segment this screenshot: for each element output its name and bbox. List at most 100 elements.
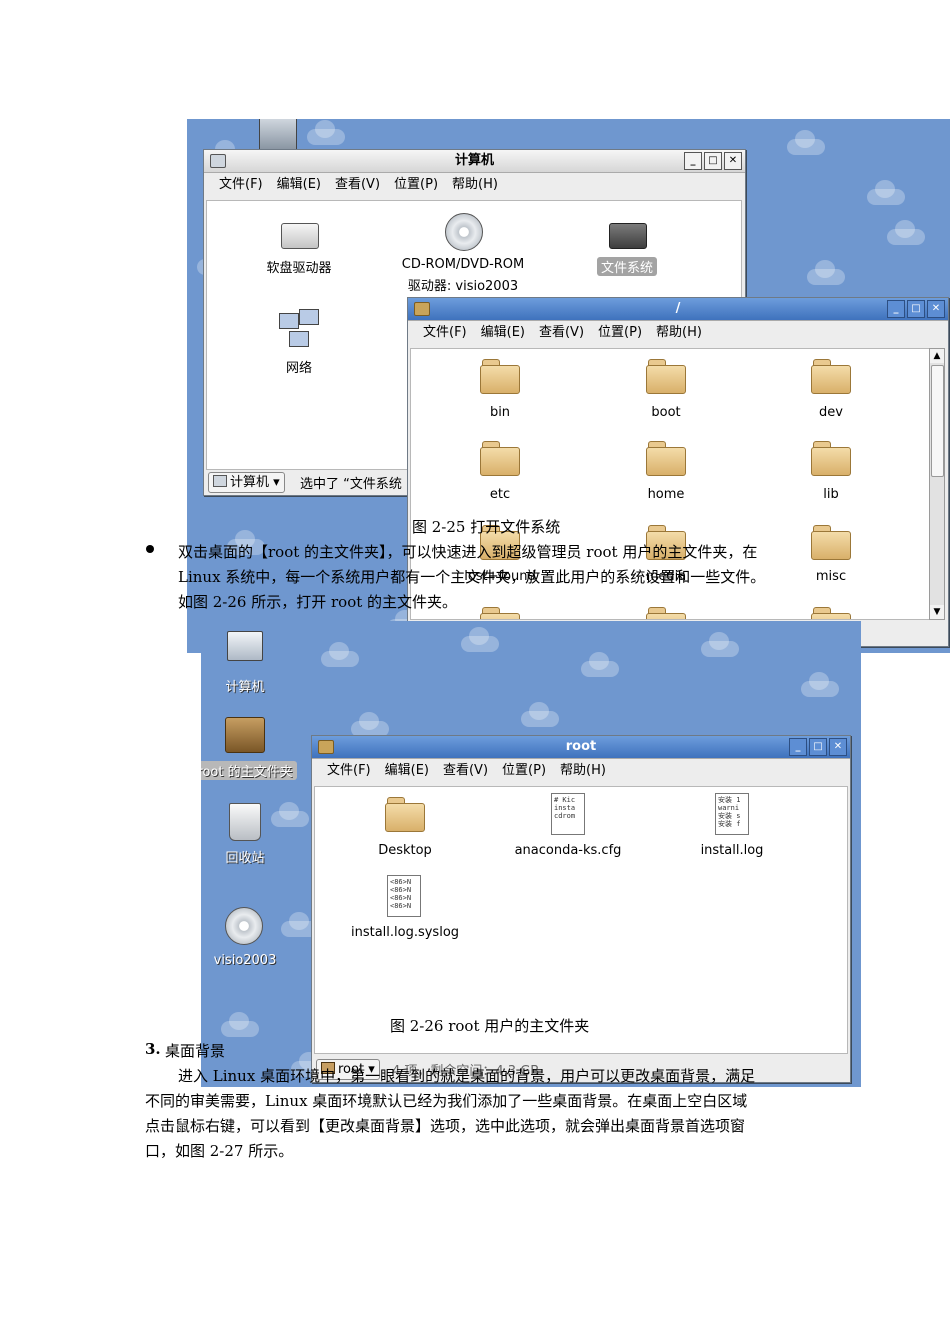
status-text: 选中了 “文件系统 (300, 477, 402, 492)
folder-icon[interactable] (646, 607, 686, 619)
folder-label-bin: bin (489, 405, 511, 420)
folder-label-boot: boot (651, 405, 681, 420)
menu-edit[interactable]: 编辑(E) (474, 321, 532, 345)
network-icon[interactable] (279, 309, 319, 349)
file-label-install-log: install.log (700, 843, 764, 858)
folder-icon[interactable] (480, 441, 520, 476)
menu-file[interactable]: 文件(F) (212, 173, 270, 197)
menu-help[interactable]: 帮助(H) (445, 173, 505, 197)
file-label-install-log-syslog: install.log.syslog (350, 925, 460, 940)
close-button[interactable]: ✕ (829, 738, 847, 756)
menubar: 文件(F) 编辑(E) 查看(V) 位置(P) 帮助(H) (312, 759, 850, 783)
desktop-icon-label-cd: visio2003 (213, 953, 277, 968)
menu-view[interactable]: 查看(V) (328, 173, 387, 197)
window-title: root (565, 739, 597, 754)
vertical-scrollbar[interactable]: ▲ ▼ (929, 348, 945, 620)
close-button[interactable]: ✕ (927, 300, 945, 318)
folder-label-dev: dev (819, 405, 843, 420)
desktop-icon-label-trash: 回收站 (225, 851, 265, 866)
section-paragraph-line2: 不同的审美需要，Linux 桌面环境默认已经为我们添加了一些桌面背景。在桌面上空… (145, 1092, 748, 1110)
close-button[interactable]: ✕ (724, 152, 742, 170)
desktop-icon-label-computer: 计算机 (225, 680, 265, 695)
menu-view[interactable]: 查看(V) (436, 759, 495, 783)
maximize-button[interactable]: □ (704, 152, 722, 170)
folder-icon[interactable] (811, 607, 851, 619)
folder-icon[interactable] (385, 797, 425, 832)
root-fs-window: / _ □ ✕ 文件(F) 编辑(E) 查看(V) 位置(P) 帮助(H) bi… (407, 297, 949, 647)
section-number: 3. (145, 1040, 161, 1058)
location-button[interactable]: 计算机 ▾ (208, 472, 285, 493)
window-title: 计算机 (454, 153, 494, 168)
menu-edit[interactable]: 编辑(E) (270, 173, 328, 197)
text-file-icon[interactable]: <86>N <86>N <86>N <86>N (387, 875, 421, 917)
folder-label-home: home (647, 487, 685, 502)
folder-icon[interactable] (646, 441, 686, 476)
folder-icon[interactable] (646, 359, 686, 394)
folder-icon[interactable] (480, 607, 520, 619)
menubar: 文件(F) 编辑(E) 查看(V) 位置(P) 帮助(H) (204, 173, 745, 197)
maximize-button[interactable]: □ (809, 738, 827, 756)
cdrom-drive-label: CD-ROM/DVD-ROM (401, 257, 525, 272)
root-home-content: Desktop # Kic insta cdrom anaconda-ks.cf… (314, 786, 848, 1054)
desktop-icon-label-root-home: root 的主文件夹 (201, 761, 297, 780)
network-label: 网络 (285, 361, 312, 376)
trash-icon[interactable] (229, 803, 261, 841)
bullet-paragraph-line2: Linux 系统中，每一个系统用户都有一个主文件夹，放置此用户的系统设置和一些文… (178, 568, 766, 586)
bullet-dot (146, 545, 154, 553)
section-title: 桌面背景 (165, 1042, 226, 1060)
section-paragraph-line4: 口，如图 2-27 所示。 (145, 1142, 294, 1160)
figure-caption-2-26: 图 2-26 root 用户的主文件夹 (390, 1017, 590, 1035)
computer-icon (213, 475, 227, 487)
cd-icon[interactable] (225, 907, 263, 945)
floppy-drive-label: 软盘驱动器 (266, 261, 332, 276)
minimize-button[interactable]: _ (789, 738, 807, 756)
computer-window-titlebar[interactable]: 计算机 _ □ ✕ (204, 150, 745, 173)
folder-icon[interactable] (480, 359, 520, 394)
menu-edit[interactable]: 编辑(E) (378, 759, 436, 783)
root-fs-titlebar[interactable]: / _ □ ✕ (408, 298, 948, 321)
scroll-thumb[interactable] (931, 365, 944, 477)
computer-icon[interactable] (227, 631, 263, 661)
menu-file[interactable]: 文件(F) (320, 759, 378, 783)
menu-help[interactable]: 帮助(H) (553, 759, 613, 783)
figure-caption-2-25: 图 2-25 打开文件系统 (412, 518, 561, 536)
folder-label-etc: etc (489, 487, 511, 502)
scroll-down-arrow-icon[interactable]: ▼ (930, 605, 944, 619)
desktop-computer-icon[interactable] (259, 119, 297, 150)
file-label-desktop: Desktop (378, 843, 432, 858)
maximize-button[interactable]: □ (907, 300, 925, 318)
menu-places[interactable]: 位置(P) (387, 173, 445, 197)
window-title: / (675, 301, 681, 316)
folder-icon[interactable] (811, 525, 851, 560)
file-label-anaconda: anaconda-ks.cfg (514, 843, 622, 858)
computer-icon (210, 154, 226, 168)
folder-label-lib: lib (823, 487, 839, 502)
section-paragraph-line1: 进入 Linux 桌面环境中，第一眼看到的就是桌面的背景，用户可以更改桌面背景，… (178, 1067, 756, 1085)
folder-icon[interactable] (811, 441, 851, 476)
text-file-icon[interactable]: 安装 1 warni 安装 s 安装 f (715, 793, 749, 835)
menu-places[interactable]: 位置(P) (495, 759, 553, 783)
cdrom-drive-label2: 驱动器: visio2003 (407, 279, 519, 294)
menu-file[interactable]: 文件(F) (416, 321, 474, 345)
home-folder-icon (318, 740, 334, 754)
minimize-button[interactable]: _ (684, 152, 702, 170)
floppy-drive-icon[interactable] (281, 223, 319, 249)
scroll-up-arrow-icon[interactable]: ▲ (930, 349, 944, 363)
menu-help[interactable]: 帮助(H) (649, 321, 709, 345)
filesystem-label: 文件系统 (597, 257, 657, 276)
filesystem-icon[interactable] (609, 223, 647, 249)
folder-label-misc: misc (815, 569, 847, 584)
menu-view[interactable]: 查看(V) (532, 321, 591, 345)
bullet-paragraph-line3: 如图 2-26 所示，打开 root 的主文件夹。 (178, 593, 458, 611)
menu-places[interactable]: 位置(P) (591, 321, 649, 345)
cdrom-drive-icon[interactable] (445, 213, 483, 251)
folder-icon (414, 302, 430, 316)
home-folder-icon[interactable] (225, 717, 265, 753)
section-paragraph-line3: 点击鼠标右键，可以看到【更改桌面背景】选项，选中此选项，就会弹出桌面背景首选项窗 (145, 1117, 746, 1135)
text-file-icon[interactable]: # Kic insta cdrom (551, 793, 585, 835)
bullet-paragraph-line1: 双击桌面的【root 的主文件夹】，可以快速进入到超级管理员 root 用户的主… (178, 543, 758, 561)
root-home-titlebar[interactable]: root _ □ ✕ (312, 736, 850, 759)
folder-icon[interactable] (811, 359, 851, 394)
menubar: 文件(F) 编辑(E) 查看(V) 位置(P) 帮助(H) (408, 321, 948, 345)
minimize-button[interactable]: _ (887, 300, 905, 318)
